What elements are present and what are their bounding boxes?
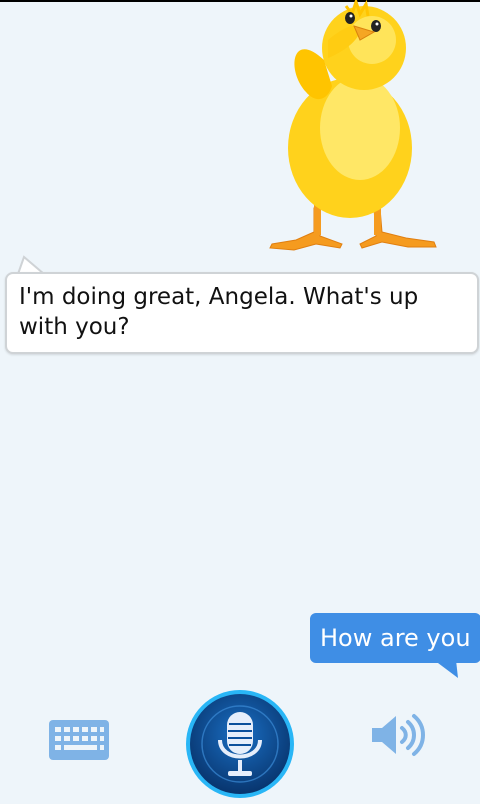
chick-character-image <box>269 0 437 251</box>
bot-message-bubble: I'm doing great, Angela. What's up with … <box>5 272 479 354</box>
user-message-text: How are you <box>320 624 471 652</box>
user-bubble-tail <box>434 660 458 678</box>
user-message-bubble: How are you <box>310 613 480 663</box>
microphone-button[interactable] <box>184 688 296 800</box>
keyboard-button[interactable] <box>48 718 110 762</box>
microphone-icon <box>186 690 294 798</box>
speaker-icon <box>372 714 425 756</box>
keyboard-icon <box>49 720 109 760</box>
bot-message-text: I'm doing great, Angela. What's up with … <box>19 284 419 340</box>
speaker-button[interactable] <box>370 712 430 758</box>
